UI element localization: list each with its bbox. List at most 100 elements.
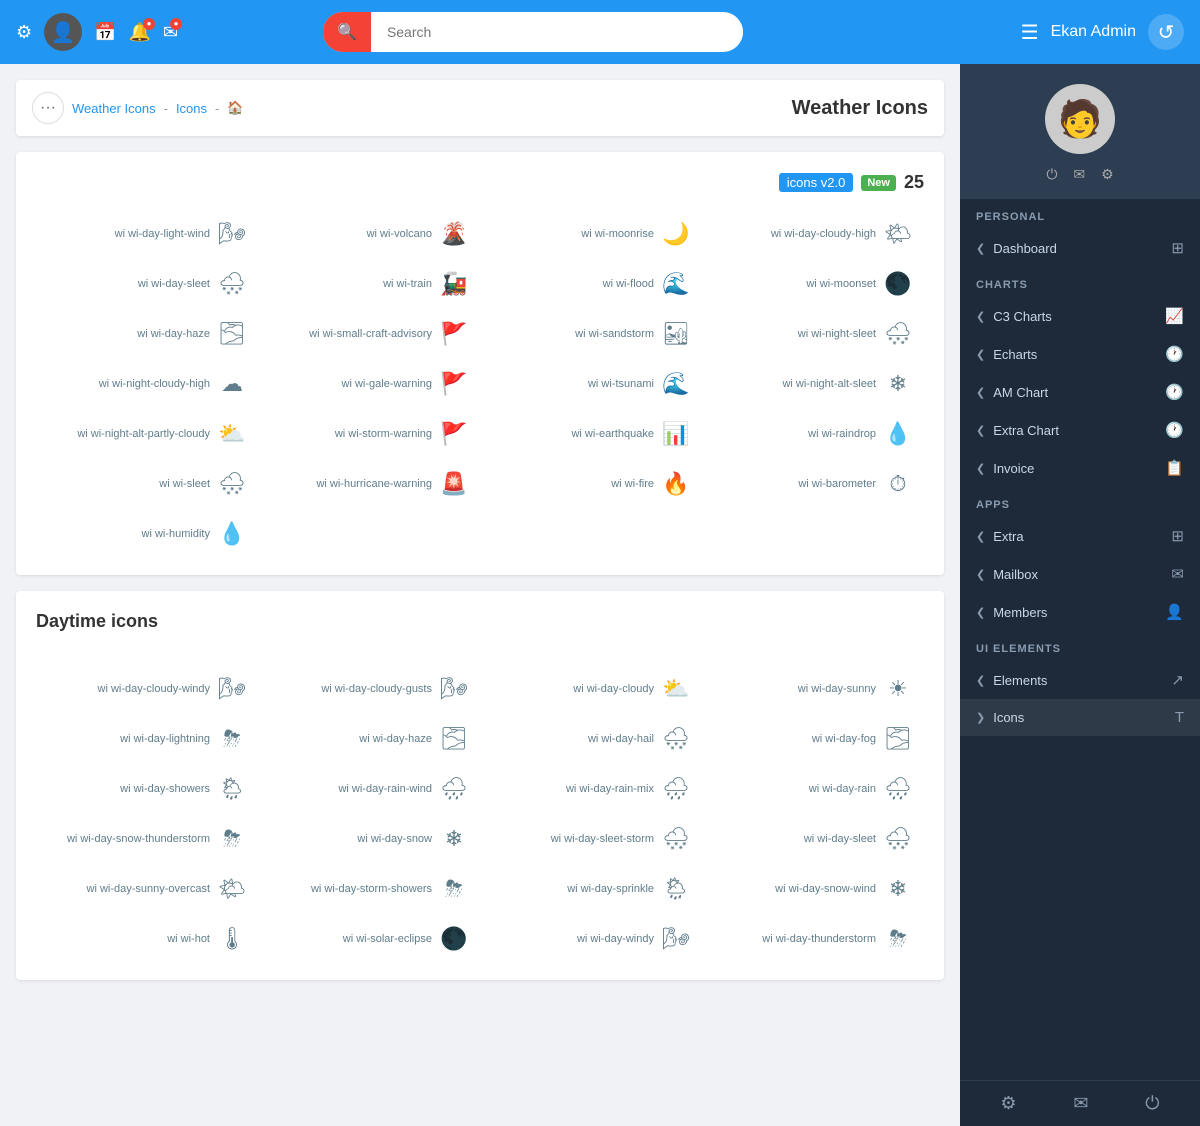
apps-label: APPS <box>960 487 1200 517</box>
mail-badge: ● <box>170 18 182 30</box>
invoice-icon: 📋 <box>1165 459 1184 477</box>
sidebar-item-elements[interactable]: ❮ Elements ↗ <box>960 661 1200 699</box>
icon-symbol: 🌨 <box>884 826 912 852</box>
sidebar-item-extrachart[interactable]: ❮ Extra Chart 🕐 <box>960 411 1200 449</box>
card2-title: Daytime icons <box>36 611 158 632</box>
amchart-label: AM Chart <box>993 385 1048 400</box>
list-item: wi wi-sandstorm 🏜 <box>480 313 702 355</box>
bottom-settings-icon[interactable]: ⚙ <box>1000 1093 1016 1114</box>
icon-name: wi wi-humidity <box>142 528 210 540</box>
members-icon: 👤 <box>1165 603 1184 621</box>
profile-icons: ⏻ ✉ ⚙ <box>1046 166 1113 183</box>
icon-name: wi wi-day-lightning <box>120 733 210 745</box>
search-bar: 🔍 <box>323 12 743 52</box>
avatar[interactable]: 👤 <box>44 13 82 51</box>
icon-name: wi wi-day-cloudy <box>573 683 654 695</box>
search-input[interactable] <box>371 24 743 40</box>
icon-symbol: 🌑 <box>884 271 912 297</box>
icons-label: Icons <box>993 710 1024 725</box>
gear-icon[interactable]: ⚙ <box>1101 166 1114 183</box>
icon-name: wi wi-hurricane-warning <box>316 478 432 490</box>
icon-name: wi wi-train <box>383 278 432 290</box>
icon-symbol: 🌡 <box>218 926 246 952</box>
icon-symbol: ⛈ <box>884 926 912 952</box>
sidebar-item-dashboard[interactable]: ❮ Dashboard ⊞ <box>960 229 1200 267</box>
mailbox-icon: ✉ <box>1171 565 1184 583</box>
chevron-icon-elem: ❮ <box>976 674 985 687</box>
search-button[interactable]: 🔍 <box>323 12 371 52</box>
extra-icon: ⊞ <box>1171 527 1184 545</box>
icon-symbol: ⛈ <box>218 826 246 852</box>
topnav-right: ☰ Ekan Admin ↺ <box>1021 14 1184 50</box>
notification-icon[interactable]: 🔔● <box>129 22 151 43</box>
list-item: wi wi-day-hail 🌨 <box>480 718 702 760</box>
list-item: wi wi-day-sprinkle 🌦 <box>480 868 702 910</box>
icon-name: wi wi-day-rain <box>809 783 876 795</box>
email-icon[interactable]: ✉ <box>1073 166 1085 183</box>
list-item: wi wi-day-sunny ☀ <box>702 668 924 710</box>
chevron-icon-am: ❮ <box>976 386 985 399</box>
icon-name: wi wi-day-cloudy-gusts <box>321 683 432 695</box>
calendar-icon[interactable]: 📅 <box>94 22 116 43</box>
icon-name: wi wi-hot <box>167 933 210 945</box>
sidebar-item-echarts[interactable]: ❮ Echarts 🕐 <box>960 335 1200 373</box>
icon-name: wi wi-day-cloudy-windy <box>98 683 210 695</box>
bottom-power-icon[interactable]: ⏻ <box>1145 1093 1159 1114</box>
breadcrumb-item2[interactable]: Icons <box>176 101 207 116</box>
charts-label: CHARTS <box>960 267 1200 297</box>
sidebar-item-icons[interactable]: ❯ Icons T <box>960 699 1200 736</box>
icon-symbol: 🌦 <box>662 876 690 902</box>
list-item: wi wi-day-snow-thunderstorm ⛈ <box>36 818 258 860</box>
icon-symbol: 🌤 <box>218 876 246 902</box>
list-item: wi wi-gale-warning 🚩 <box>258 363 480 405</box>
icon-name: wi wi-volcano <box>367 228 432 240</box>
icon-name: wi wi-day-rain-mix <box>566 783 654 795</box>
sidebar-item-mailbox[interactable]: ❮ Mailbox ✉ <box>960 555 1200 593</box>
sidebar-item-extra[interactable]: ❮ Extra ⊞ <box>960 517 1200 555</box>
icon-name: wi wi-day-rain-wind <box>338 783 432 795</box>
sidebar-item-amchart[interactable]: ❮ AM Chart 🕐 <box>960 373 1200 411</box>
hamburger-icon[interactable]: ☰ <box>1021 20 1039 45</box>
list-item: wi wi-night-alt-sleet ❄ <box>702 363 924 405</box>
icon-name: wi wi-day-sleet <box>804 833 876 845</box>
brand-icon[interactable]: ↺ <box>1148 14 1184 50</box>
icons-icon: T <box>1175 709 1184 726</box>
breadcrumb-dots[interactable]: ··· <box>32 92 64 124</box>
icon-symbol: 🚩 <box>440 421 468 447</box>
settings-icon[interactable]: ⚙ <box>16 22 32 43</box>
breadcrumb-sep1: - <box>164 101 168 116</box>
icon-name: wi wi-day-haze <box>359 733 432 745</box>
icon-symbol: 🌫 <box>440 726 468 752</box>
elements-label: Elements <box>993 673 1047 688</box>
list-item: wi wi-day-snow-wind ❄ <box>702 868 924 910</box>
breadcrumb-home[interactable]: 🏠 <box>227 100 243 116</box>
icon-symbol: ⛅ <box>218 421 246 447</box>
chevron-icon-mem: ❮ <box>976 606 985 619</box>
amchart-icon: 🕐 <box>1165 383 1184 401</box>
icon-name: wi wi-sandstorm <box>575 328 654 340</box>
profile-avatar[interactable]: 🧑 <box>1045 84 1115 154</box>
list-item: wi wi-flood 🌊 <box>480 263 702 305</box>
power-icon[interactable]: ⏻ <box>1046 166 1057 183</box>
icon-symbol: 🌨 <box>218 471 246 497</box>
icon-symbol: 🌫 <box>218 321 246 347</box>
list-item: wi wi-sleet 🌨 <box>36 463 258 505</box>
sidebar-item-members[interactable]: ❮ Members 👤 <box>960 593 1200 631</box>
list-item: wi wi-night-sleet 🌨 <box>702 313 924 355</box>
list-item: wi wi-day-storm-showers ⛈ <box>258 868 480 910</box>
list-item: wi wi-day-cloudy-gusts 🌬 <box>258 668 480 710</box>
bottom-mail-icon[interactable]: ✉ <box>1073 1093 1088 1114</box>
list-item: wi wi-day-haze 🌫 <box>258 718 480 760</box>
list-item: wi wi-night-alt-partly-cloudy ⛅ <box>36 413 258 455</box>
card1-header: icons v2.0 New 25 <box>36 172 924 193</box>
sidebar-item-invoice[interactable]: ❮ Invoice 📋 <box>960 449 1200 487</box>
mail-icon[interactable]: ✉● <box>163 22 178 43</box>
echarts-label: Echarts <box>993 347 1037 362</box>
sidebar-item-c3charts[interactable]: ❮ C3 Charts 📈 <box>960 297 1200 335</box>
icon-symbol: 🌬 <box>218 221 246 247</box>
breadcrumb-item1[interactable]: Weather Icons <box>72 101 156 116</box>
invoice-label: Invoice <box>993 461 1034 476</box>
icon-symbol: ⏱ <box>884 471 912 497</box>
list-item: wi wi-day-fog 🌫 <box>702 718 924 760</box>
icon-symbol: 💧 <box>218 521 246 547</box>
